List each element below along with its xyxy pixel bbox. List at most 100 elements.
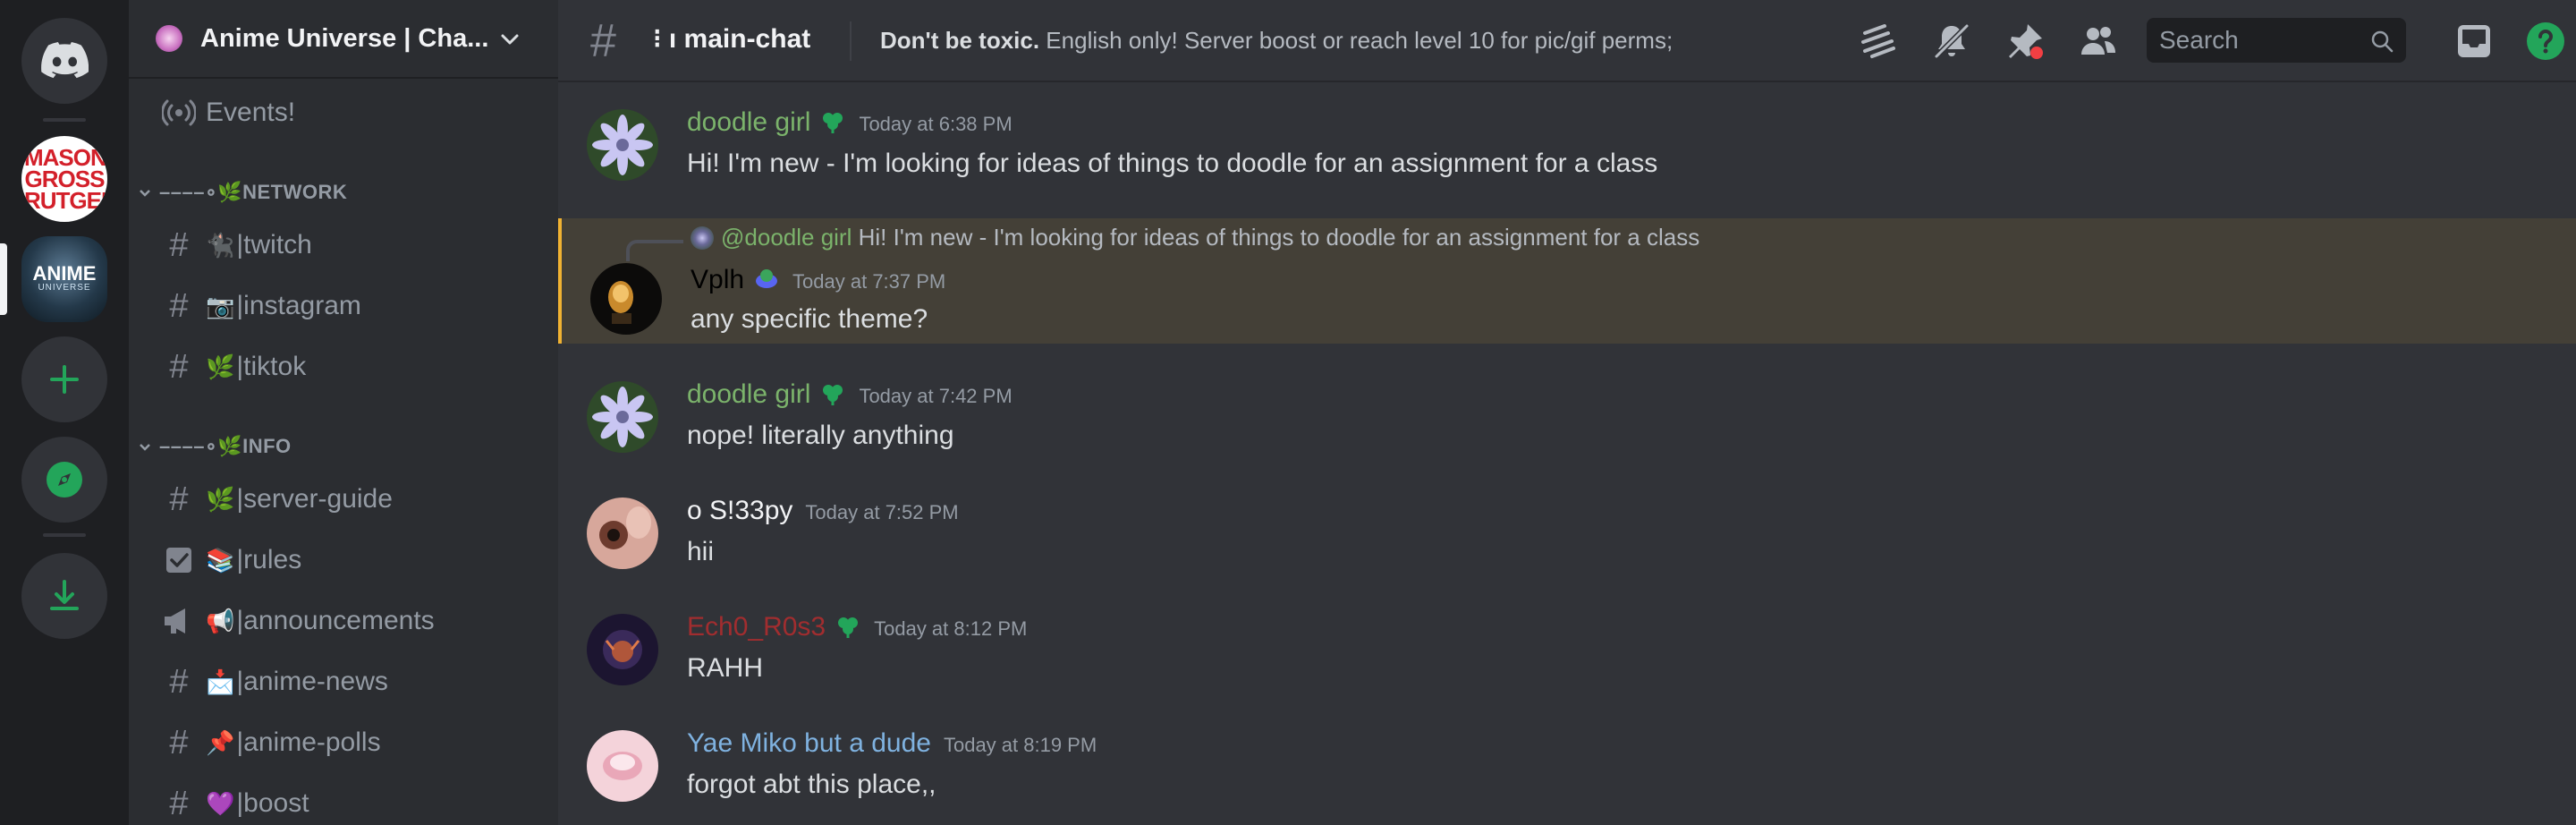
channel-title: ⁝ ı main-chat — [653, 24, 811, 54]
channel-anime-news[interactable]: # 📩|anime-news — [143, 655, 544, 709]
member-list-icon[interactable] — [2077, 20, 2120, 63]
hash-icon: # — [169, 225, 189, 264]
notification-muted-bell-icon[interactable] — [1930, 20, 1973, 63]
topbar-divider — [850, 21, 852, 61]
channel-topic[interactable]: Don't be toxic. English only! Server boo… — [880, 27, 1673, 55]
rules-checkbox-icon — [161, 542, 197, 578]
message-text: forgot abt this place,, — [687, 770, 936, 799]
avatar[interactable] — [587, 381, 658, 453]
reply-avatar-icon — [691, 226, 714, 250]
channel-announcements[interactable]: 📢|announcements — [143, 594, 544, 648]
cap-badge-icon — [756, 269, 778, 288]
channel-boost[interactable]: # 💜|boost — [143, 777, 544, 825]
message-timestamp: Today at 8:19 PM — [943, 734, 1097, 756]
category-network[interactable]: ––––∘🌿 NETWORK — [136, 178, 347, 207]
avatar[interactable] — [590, 263, 662, 335]
channel-label: |anime-news — [236, 667, 388, 696]
guild-flower-icon — [156, 25, 182, 52]
category-info[interactable]: ––––∘🌿 INFO — [136, 432, 292, 461]
message-header: Vplh Today at 7:37 PM — [691, 265, 945, 295]
author-name[interactable]: doodle girl — [687, 379, 810, 409]
channel-label: |server-guide — [236, 484, 393, 514]
chevron-down-icon — [140, 190, 150, 197]
channel-server-guide[interactable]: # 🌿|server-guide — [143, 472, 544, 526]
chevron-down-icon — [501, 34, 519, 45]
channel-hash-icon: # — [590, 15, 616, 67]
channel-label: |instagram — [236, 291, 361, 320]
message-header: Yae Miko but a dude Today at 8:19 PM — [687, 728, 1097, 759]
channel-twitch[interactable]: # 🐈‍⬛|twitch — [143, 218, 544, 272]
pinned-messages-icon[interactable] — [2004, 20, 2046, 63]
reply-preview[interactable]: @doodle girl Hi! I'm new - I'm looking f… — [691, 224, 1699, 251]
avatar[interactable] — [587, 730, 658, 802]
download-icon — [50, 580, 79, 610]
author-name[interactable]: Vplh — [691, 265, 744, 294]
photo-avatar-icon — [587, 498, 658, 569]
message-header: doodle girl Today at 6:38 PM — [687, 107, 1013, 138]
message-timestamp: Today at 8:12 PM — [874, 617, 1028, 640]
reply-spine — [626, 240, 683, 261]
category-label: INFO — [242, 435, 292, 457]
discord-app: MASON GROSS RUTGERS ANIME UNIVERSE — [0, 0, 2576, 825]
author-name[interactable]: o S!33py — [687, 496, 792, 525]
author-name[interactable]: doodle girl — [687, 107, 810, 137]
avatar[interactable] — [587, 109, 658, 181]
download-apps-button[interactable] — [21, 553, 107, 639]
hash-icon: # — [169, 480, 189, 518]
channel-instagram[interactable]: # 📷|instagram — [143, 279, 544, 333]
author-name[interactable]: Yae Miko but a dude — [687, 728, 931, 758]
pink-avatar-icon — [587, 730, 658, 802]
clover-badge-icon — [838, 617, 859, 638]
clover-badge-icon — [823, 113, 843, 133]
channel-label: |announcements — [236, 606, 435, 635]
channel-emoji: 🌿 — [206, 486, 235, 513]
channel-sidebar: Anime Universe | Cha... Events! ––––∘🌿 N… — [129, 0, 558, 825]
channel-anime-polls[interactable]: # 📌|anime-polls — [143, 716, 544, 770]
hash-icon: # — [169, 662, 189, 701]
search-input[interactable] — [2159, 26, 2365, 55]
message-text: RAHH — [687, 653, 764, 683]
hash-icon: # — [169, 723, 189, 761]
reply-text: Hi! I'm new - I'm looking for ideas of t… — [858, 224, 1700, 251]
events-item[interactable]: Events! — [143, 86, 544, 140]
search-box[interactable] — [2147, 18, 2406, 63]
message-item-reply[interactable]: @doodle girl Hi! I'm new - I'm looking f… — [558, 218, 2576, 344]
add-server-button[interactable] — [21, 336, 107, 422]
threads-icon[interactable] — [1857, 20, 1900, 63]
avatar[interactable] — [587, 614, 658, 685]
message-item[interactable]: Ech0_R0s3 Today at 8:12 PM RAHH — [558, 601, 2576, 709]
category-prefix: ––––∘🌿 — [159, 435, 243, 457]
message-timestamp: Today at 7:42 PM — [859, 385, 1013, 407]
selected-server-pill — [0, 243, 7, 315]
help-icon[interactable] — [2524, 20, 2567, 63]
channel-label: |tiktok — [236, 352, 307, 381]
flower-avatar-icon — [587, 109, 658, 181]
message-text: hii — [687, 537, 715, 566]
clover-badge-icon — [823, 385, 843, 405]
server-anime-universe[interactable]: ANIME UNIVERSE — [21, 236, 107, 322]
compass-icon — [47, 462, 82, 498]
avatar[interactable] — [587, 498, 658, 569]
home-button[interactable] — [21, 18, 107, 104]
message-header: doodle girl Today at 7:42 PM — [687, 379, 1013, 410]
guild-header[interactable]: Anime Universe | Cha... — [129, 0, 558, 79]
topic-rest: English only! Server boost or reach leve… — [1039, 27, 1674, 54]
channel-rules[interactable]: 📚|rules — [143, 533, 544, 587]
flower-avatar-icon — [587, 381, 658, 453]
message-item[interactable]: doodle girl Today at 7:42 PM nope! litera… — [558, 369, 2576, 476]
server-mason-gross[interactable]: MASON GROSS RUTGERS — [21, 136, 107, 222]
message-item[interactable]: Yae Miko but a dude Today at 8:19 PM forg… — [558, 718, 2576, 825]
inbox-icon[interactable] — [2453, 20, 2496, 63]
message-item[interactable]: o S!33py Today at 7:52 PM hii — [558, 485, 2576, 592]
hash-icon: # — [169, 784, 189, 822]
topic-bold: Don't be toxic. — [880, 27, 1040, 54]
channel-tiktok[interactable]: # 🌿|tiktok — [143, 340, 544, 394]
anime-logo-line1: ANIME — [32, 262, 97, 285]
message-item[interactable]: doodle girl Today at 6:38 PM Hi! I'm new … — [558, 97, 2576, 204]
author-name[interactable]: Ech0_R0s3 — [687, 612, 826, 642]
explore-servers-button[interactable] — [21, 437, 107, 523]
hash-icon: # — [169, 347, 189, 386]
channel-label: |rules — [236, 545, 302, 574]
channel-emoji: 🌿 — [206, 353, 235, 380]
channel-title-text: main-chat — [683, 24, 811, 54]
